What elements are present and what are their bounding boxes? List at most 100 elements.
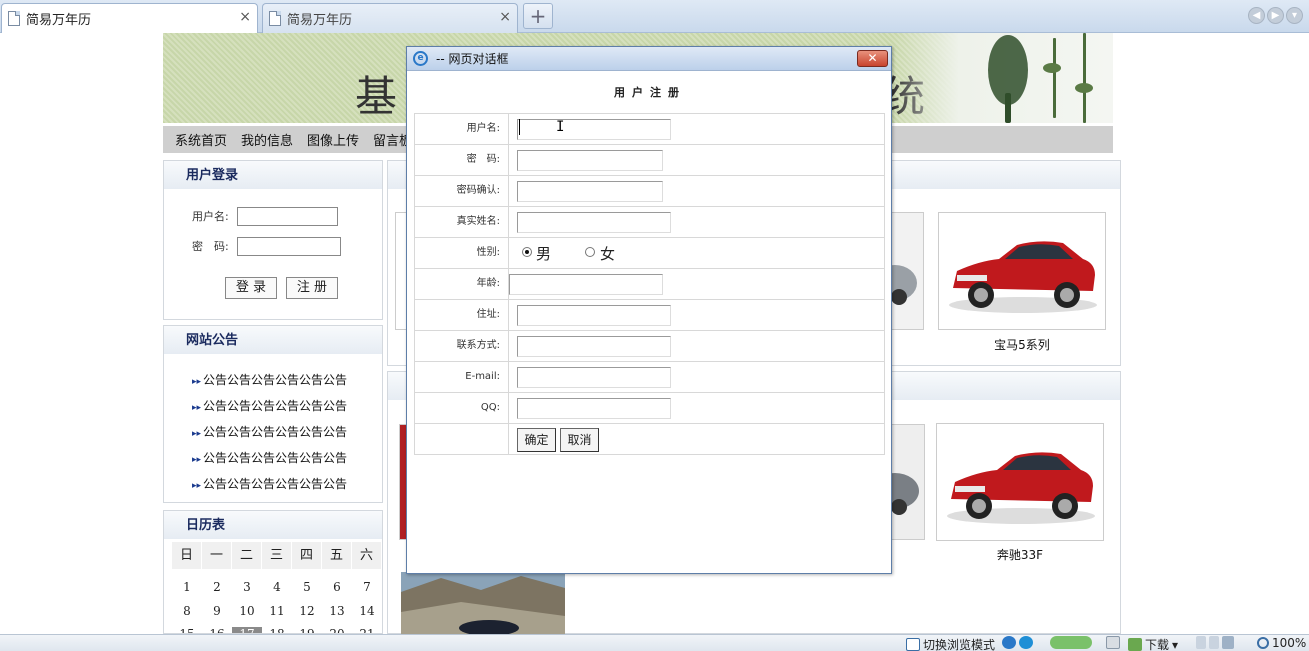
- download-button[interactable]: 下载 ▾: [1128, 636, 1178, 651]
- form-row-actions: 确定 取消: [414, 424, 885, 455]
- gender-label: 性别:: [415, 238, 509, 268]
- login-panel-title: 用户登录: [164, 161, 382, 189]
- form-row-gender: 性别: 男 女: [414, 238, 885, 269]
- login-password-input[interactable]: [237, 237, 341, 256]
- switch-mode-button[interactable]: 切换浏览模式: [906, 636, 995, 651]
- tab-list-icon[interactable]: ▾: [1286, 7, 1303, 24]
- calendar-today: 17: [232, 627, 262, 633]
- banner-title-left: 基: [355, 72, 404, 121]
- gender-female-label: 女: [600, 245, 616, 263]
- login-panel: 用户登录 用户名: 密 码: 登 录 注 册: [163, 160, 383, 320]
- username-label: 用户名:: [415, 114, 509, 144]
- scroll-right-icon[interactable]: ▶: [1267, 7, 1284, 24]
- notice-item[interactable]: ▸▸ 公告公告公告公告公告公告: [192, 423, 347, 440]
- dialog-heading: 用户注册: [614, 86, 686, 99]
- document-icon: [269, 11, 281, 26]
- zoom-icon: [1257, 637, 1269, 649]
- toggle-switch[interactable]: [1050, 636, 1092, 649]
- qq-input[interactable]: [517, 398, 671, 419]
- calendar-week-row: 8 9 10 11 12 13 14: [183, 604, 375, 618]
- status-misc: [1196, 636, 1234, 649]
- car-image[interactable]: [890, 424, 925, 540]
- login-username-label: 用户名:: [192, 210, 229, 223]
- tools-icon[interactable]: [1106, 636, 1120, 649]
- browser-tab-active[interactable]: 简易万年历 ×: [1, 3, 258, 33]
- notice-panel: 网站公告 ▸▸ 公告公告公告公告公告公告 ▸▸ 公告公告公告公告公告公告 ▸▸ 公告公…: [163, 325, 383, 503]
- ibeam-cursor-icon: I: [556, 119, 565, 135]
- form-row-email: E-mail:: [414, 362, 885, 393]
- age-label: 年龄:: [415, 269, 509, 299]
- password-label: 密 码:: [415, 145, 509, 175]
- notice-item[interactable]: ▸▸ 公告公告公告公告公告公告: [192, 371, 347, 388]
- page-icon[interactable]: [1196, 636, 1206, 649]
- globe-icon[interactable]: [1019, 636, 1033, 649]
- form-row-age: 年龄:: [414, 269, 885, 300]
- menu-item-upload[interactable]: 图像上传: [307, 130, 359, 149]
- realname-label: 真实姓名:: [415, 207, 509, 237]
- scroll-left-icon[interactable]: ◀: [1248, 7, 1265, 24]
- login-button[interactable]: 登 录: [225, 277, 277, 299]
- toggle-icon: [1050, 636, 1092, 649]
- car-caption[interactable]: 宝马5系列: [938, 336, 1106, 353]
- notice-item[interactable]: ▸▸ 公告公告公告公告公告公告: [192, 449, 347, 466]
- arrow-icon: ▸▸: [192, 377, 202, 387]
- registration-dialog: e -- 网页对话框 ✕ 用户注册 用户名: 密 码: 密码确认: 真实姓名: …: [406, 46, 892, 574]
- login-username-input[interactable]: [237, 207, 338, 226]
- register-button[interactable]: 注 册: [286, 277, 338, 299]
- actions-label-cell: [415, 424, 509, 454]
- car-image[interactable]: [890, 212, 924, 330]
- status-tools: [1106, 636, 1120, 649]
- email-input[interactable]: [517, 367, 671, 388]
- menu-item-my-info[interactable]: 我的信息: [241, 130, 293, 149]
- password-confirm-input[interactable]: [517, 181, 663, 202]
- dialog-close-button[interactable]: ✕: [857, 50, 888, 67]
- tab-close-icon[interactable]: ×: [239, 9, 251, 25]
- form-row-contact: 联系方式:: [414, 331, 885, 362]
- password-input[interactable]: [517, 150, 663, 171]
- notice-item[interactable]: ▸▸ 公告公告公告公告公告公告: [192, 397, 347, 414]
- username-input[interactable]: [517, 119, 671, 140]
- zoom-control[interactable]: 100%: [1257, 636, 1306, 650]
- browser-tab-inactive[interactable]: 简易万年历 ×: [262, 3, 518, 33]
- dialog-title: -- 网页对话框: [436, 52, 509, 66]
- tab-close-icon[interactable]: ×: [499, 9, 511, 25]
- confirm-button[interactable]: 确定: [517, 428, 556, 452]
- calendar-week-row: 15 16 17 18 19 20 21: [172, 627, 382, 633]
- calendar-week-row: 1234567: [183, 580, 371, 594]
- ie-icon[interactable]: [1002, 636, 1016, 649]
- email-label: E-mail:: [415, 362, 509, 392]
- document-icon: [8, 11, 20, 26]
- arrow-icon: ▸▸: [192, 481, 202, 491]
- new-tab-button[interactable]: +: [523, 3, 553, 29]
- gender-male-label: 男: [536, 245, 552, 263]
- arrow-icon: ▸▸: [192, 403, 202, 413]
- form-row-realname: 真实姓名:: [414, 207, 885, 238]
- gender-female-radio[interactable]: [585, 247, 595, 257]
- calendar-weekday-header: 日一二三四五六: [172, 542, 382, 569]
- gender-male-radio[interactable]: [522, 247, 532, 257]
- car-image-mountain[interactable]: [401, 572, 565, 634]
- qq-label: QQ:: [415, 393, 509, 423]
- registration-form: 用户名: 密 码: 密码确认: 真实姓名: 性别: 男 女 年龄: 住址: 联系…: [414, 113, 885, 455]
- cancel-button[interactable]: 取消: [560, 428, 599, 452]
- age-input[interactable]: [509, 274, 663, 295]
- car-caption[interactable]: 奔驰33F: [936, 546, 1104, 563]
- car-image-benz[interactable]: [936, 423, 1104, 541]
- menu-item-home[interactable]: 系统首页: [175, 130, 227, 149]
- notice-item[interactable]: ▸▸ 公告公告公告公告公告公告: [192, 475, 347, 492]
- contact-input[interactable]: [517, 336, 671, 357]
- form-row-address: 住址:: [414, 300, 885, 331]
- speaker-icon[interactable]: [1222, 636, 1234, 649]
- arrow-icon: ▸▸: [192, 455, 202, 465]
- calendar-panel: 日历表 日一二三四五六 1234567 8 9 10 11 12 13 14 15 16 17 1…: [163, 510, 383, 634]
- address-input[interactable]: [517, 305, 671, 326]
- tab-scroll-buttons: ◀ ▶ ▾: [1248, 7, 1303, 24]
- download-icon: [1128, 638, 1142, 651]
- browser-statusbar: 切换浏览模式 下载 ▾ 100%: [0, 634, 1309, 651]
- login-password-label: 密 码:: [192, 240, 229, 253]
- copy-icon[interactable]: [1209, 636, 1219, 649]
- arrow-icon: ▸▸: [192, 429, 202, 439]
- realname-input[interactable]: [517, 212, 671, 233]
- car-image-bmw5[interactable]: [938, 212, 1106, 330]
- dialog-titlebar[interactable]: e -- 网页对话框: [407, 47, 891, 71]
